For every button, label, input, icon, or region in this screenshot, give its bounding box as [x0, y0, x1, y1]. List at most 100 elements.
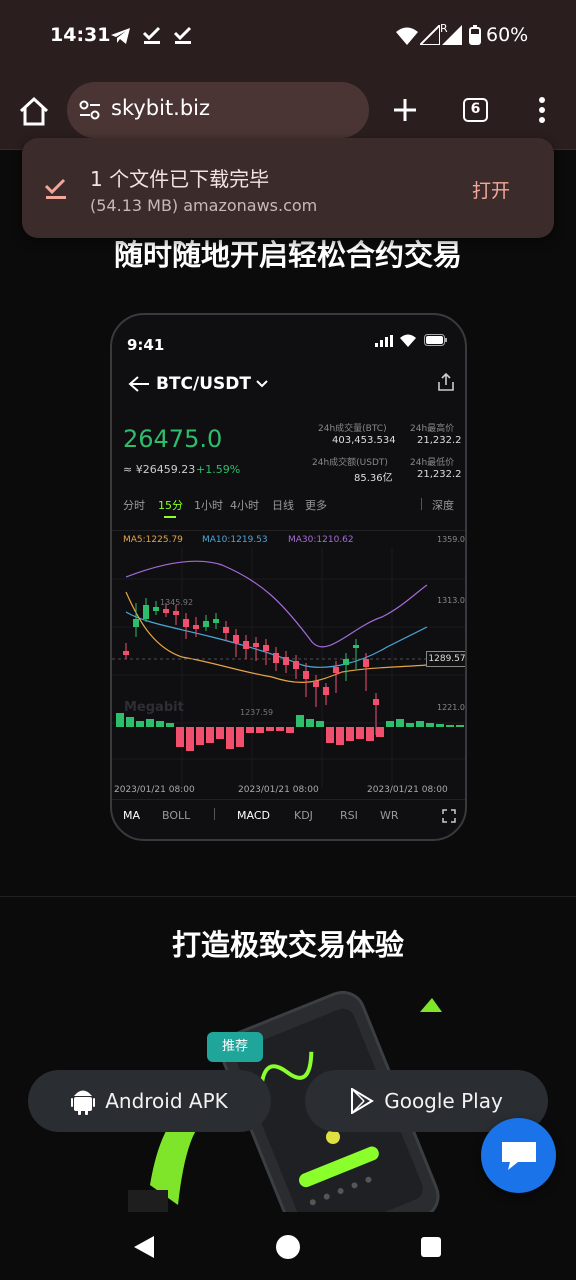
timeframe-tab[interactable]: 更多: [305, 497, 327, 513]
macd-bar: [426, 723, 434, 727]
home-icon[interactable]: [275, 1234, 301, 1260]
timeframe-tab[interactable]: 分时: [123, 497, 145, 513]
macd-bar: [296, 715, 304, 727]
macd-bar: [396, 719, 404, 727]
section-divider: [0, 896, 576, 897]
candle-body: [133, 619, 139, 627]
android-apk-button[interactable]: Android APK: [28, 1070, 271, 1132]
depth-tab[interactable]: 深度: [432, 497, 454, 513]
download-detail: (54.13 MB) amazonaws.com: [90, 196, 318, 215]
recents-icon[interactable]: [420, 1236, 442, 1258]
signal-icon: [420, 25, 440, 45]
macd-bar: [336, 727, 344, 745]
ma30-label: MA30:1210.62: [288, 535, 354, 545]
candle-body: [303, 671, 309, 679]
cny-price: ≈ ¥26459.23: [123, 463, 196, 476]
candle-body: [353, 645, 359, 648]
share-icon[interactable]: [437, 373, 455, 391]
android-icon: [71, 1090, 96, 1115]
candle-body: [183, 619, 189, 627]
candle-body: [203, 621, 209, 627]
stat-label: 24h最高价: [410, 424, 455, 434]
candle-body: [123, 651, 129, 655]
phone-mockup: 9:41 BTC/USDT 26475.0 ≈ ¥26459.23 +1.59%…: [110, 313, 467, 841]
macd-bar: [236, 727, 244, 747]
signal-icon: [442, 25, 462, 45]
macd-bar: [156, 721, 164, 727]
macd-bar: [316, 721, 324, 727]
macd-bar: [116, 713, 124, 727]
macd-bar: [346, 727, 354, 741]
wifi-icon: [400, 334, 416, 347]
stat-value: 85.36亿: [354, 473, 393, 484]
address-bar[interactable]: skybit.biz: [67, 82, 369, 138]
chat-support-button[interactable]: [481, 1118, 556, 1193]
home-icon[interactable]: [18, 96, 50, 126]
last-price: 26475.0: [123, 425, 223, 453]
download-title: 1 个文件已下载完毕: [90, 167, 270, 191]
candle-body: [363, 659, 369, 667]
more-menu-icon[interactable]: [538, 96, 546, 124]
macd-bar: [366, 727, 374, 741]
macd-bar: [186, 727, 194, 751]
date-label: 2023/01/21 08:00: [114, 785, 195, 795]
trading-pair[interactable]: BTC/USDT: [156, 374, 251, 394]
indicator-tab[interactable]: RSI: [340, 809, 358, 822]
wifi-icon: [396, 27, 418, 45]
macd-bar: [136, 721, 144, 727]
battery-percent: 60%: [486, 24, 529, 46]
section-title-contract-trading: 随时随地开启轻松合约交易: [113, 238, 462, 272]
timeframe-tab[interactable]: 1小时: [194, 497, 223, 513]
web-page: 随时随地开启轻松合约交易 9:41 BTC/USDT 26475.0 ≈ ¥26…: [0, 150, 576, 1212]
download-complete-toast: 1 个文件已下载完毕 (54.13 MB) amazonaws.com 打开: [22, 138, 554, 238]
timeframe-tab[interactable]: 4小时: [230, 497, 259, 513]
candle-body: [243, 641, 249, 649]
indicator-tab-active[interactable]: MACD: [237, 809, 270, 822]
low-price-label: 1237.59: [240, 708, 274, 717]
indicator-tab[interactable]: BOLL: [162, 809, 190, 822]
google-play-icon: [351, 1088, 375, 1114]
candle-body: [343, 659, 349, 665]
timeframe-tab-active[interactable]: 15分: [158, 497, 183, 513]
macd-bar: [406, 723, 414, 727]
indicator-tab[interactable]: WR: [380, 809, 399, 822]
check-icon: [173, 26, 192, 44]
macd-bar: [456, 725, 464, 727]
stat-value: 21,232.2: [417, 435, 462, 446]
timeframe-tab[interactable]: 日线: [272, 497, 294, 513]
fullscreen-icon[interactable]: [442, 809, 456, 823]
divider: [214, 808, 215, 820]
back-arrow-icon[interactable]: [128, 375, 150, 393]
price-axis-label: 1359.0: [437, 535, 465, 544]
macd-bar: [326, 727, 334, 743]
indicator-tab-active[interactable]: MA: [123, 809, 140, 822]
chat-icon: [502, 1142, 536, 1170]
candle-body: [323, 687, 329, 695]
site-settings-icon[interactable]: [79, 100, 101, 120]
open-download-button[interactable]: 打开: [472, 176, 510, 203]
chevron-down-icon[interactable]: [255, 379, 269, 389]
candle-body: [253, 643, 259, 647]
phone-time: 9:41: [127, 336, 165, 354]
candlestick-chart[interactable]: [112, 547, 467, 787]
url-text[interactable]: skybit.biz: [111, 96, 210, 120]
macd-bar: [416, 721, 424, 727]
macd-bar: [256, 727, 264, 733]
macd-bar: [146, 719, 154, 727]
ma5-label: MA5:1225.79: [123, 535, 183, 545]
status-time: 14:31: [50, 24, 111, 46]
macd-bar: [166, 723, 174, 727]
back-icon[interactable]: [132, 1234, 156, 1260]
indicator-tab[interactable]: KDJ: [294, 809, 313, 822]
new-tab-icon[interactable]: [393, 98, 417, 122]
current-price-tag: 1289.57: [426, 651, 465, 667]
volume-bars: [116, 713, 464, 751]
candle-body: [193, 625, 199, 629]
price-change: +1.59%: [196, 463, 241, 476]
macd-bar: [286, 727, 294, 733]
candle-body: [153, 607, 159, 611]
macd-bar: [246, 727, 254, 733]
tab-switcher-button[interactable]: 6: [463, 98, 488, 122]
system-nav-bar: [0, 1212, 576, 1280]
candle-body: [263, 645, 269, 651]
